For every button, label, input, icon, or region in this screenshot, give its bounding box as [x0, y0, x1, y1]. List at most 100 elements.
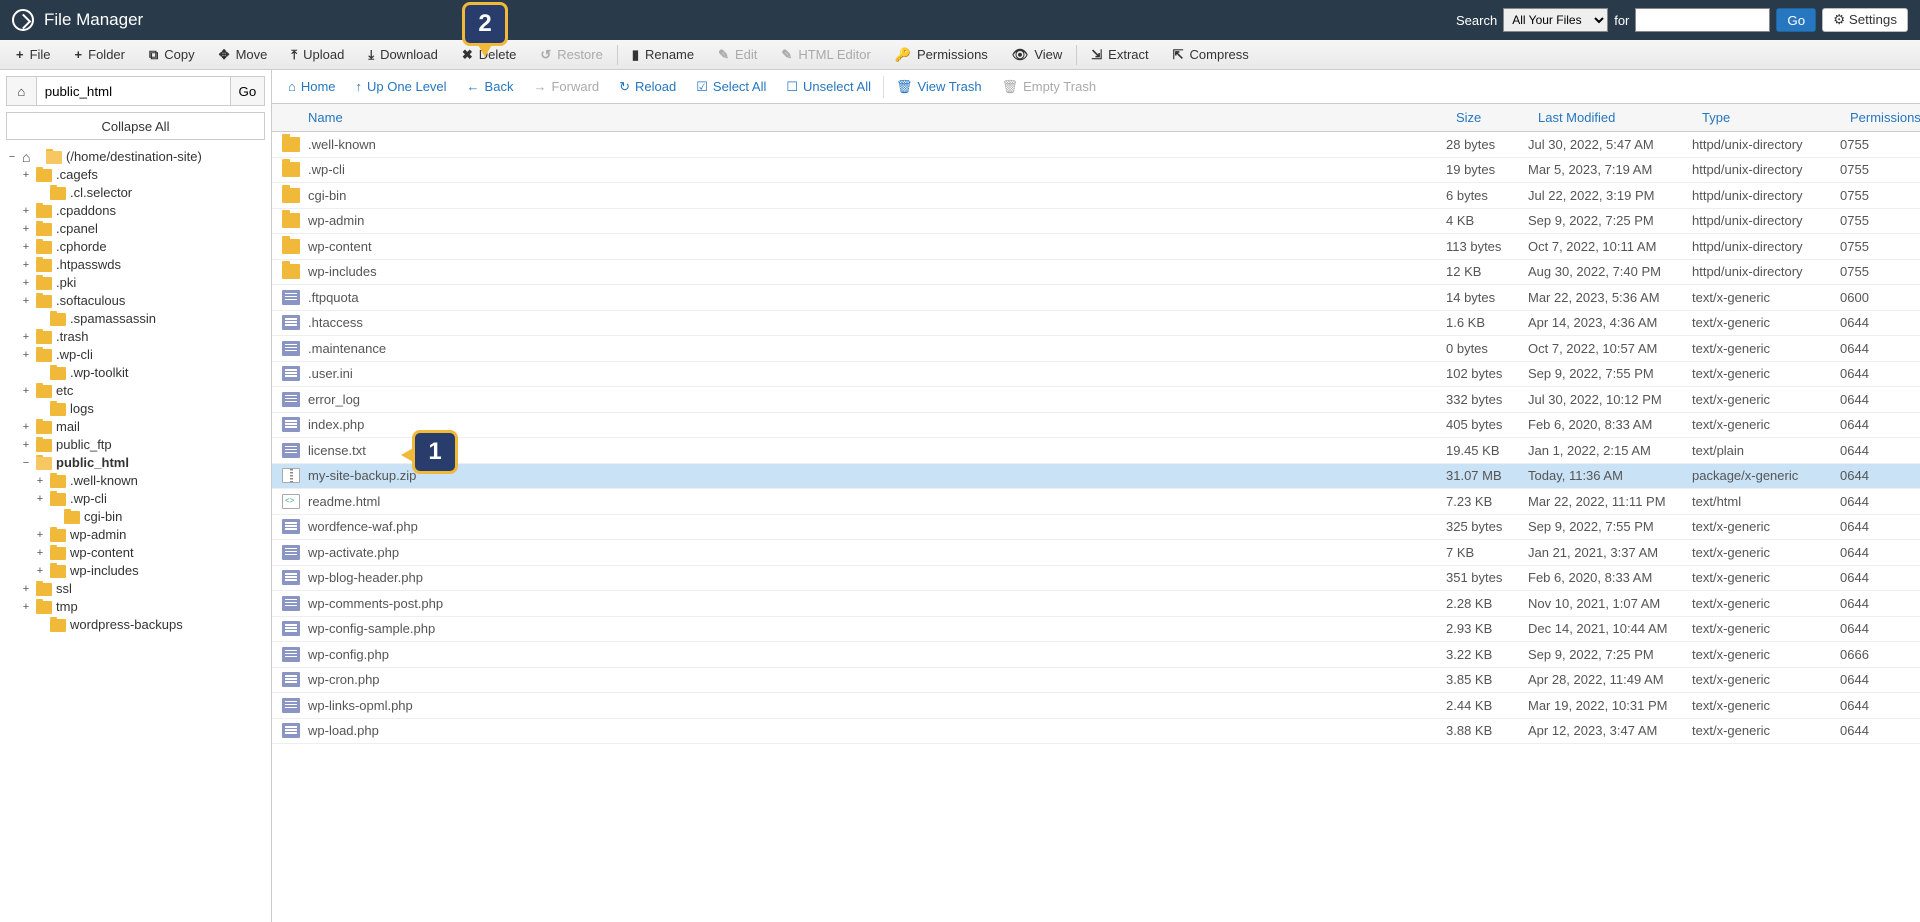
tree-toggle-icon[interactable]: +	[20, 382, 32, 400]
table-row[interactable]: wordfence-waf.php325 bytesSep 9, 2022, 7…	[272, 515, 1920, 541]
table-row[interactable]: wp-config.php3.22 KBSep 9, 2022, 7:25 PM…	[272, 642, 1920, 668]
tb-extract[interactable]: ⇲Extract	[1079, 40, 1160, 70]
tree-label[interactable]: wp-includes	[70, 562, 139, 580]
tb-move[interactable]: ✥Move	[207, 40, 280, 70]
tree-item[interactable]: + wp-includes	[34, 562, 265, 580]
tree-label[interactable]: tmp	[56, 598, 78, 616]
table-row[interactable]: .user.ini102 bytesSep 9, 2022, 7:55 PMte…	[272, 362, 1920, 388]
tree-item[interactable]: − public_html	[20, 454, 265, 472]
col-size[interactable]: Size	[1446, 110, 1528, 125]
tree-toggle-icon[interactable]: +	[34, 526, 46, 544]
tree-label[interactable]: wp-content	[70, 544, 134, 562]
tree-toggle-icon[interactable]: +	[20, 598, 32, 616]
table-row[interactable]: wp-content113 bytesOct 7, 2022, 10:11 AM…	[272, 234, 1920, 260]
table-row[interactable]: wp-includes12 KBAug 30, 2022, 7:40 PMhtt…	[272, 260, 1920, 286]
tree-item[interactable]: +.cphorde	[20, 238, 265, 256]
tree-item[interactable]: .wp-toolkit	[34, 364, 265, 382]
tree-item[interactable]: +.softaculous	[20, 292, 265, 310]
tree-item[interactable]: wordpress-backups	[34, 616, 265, 634]
tree-label[interactable]: .wp-cli	[70, 490, 107, 508]
tree-item[interactable]: + wp-content	[34, 544, 265, 562]
tree-label[interactable]: wordpress-backups	[70, 616, 183, 634]
tree-item[interactable]: +mail	[20, 418, 265, 436]
tree-label[interactable]: .well-known	[70, 472, 138, 490]
tree-label[interactable]: public_html	[56, 454, 129, 472]
table-row[interactable]: license.txt19.45 KBJan 1, 2022, 2:15 AMt…	[272, 438, 1920, 464]
tree-toggle-icon[interactable]: −	[20, 454, 32, 472]
tree-item[interactable]: +.cpaddons	[20, 202, 265, 220]
tree-label[interactable]: cgi-bin	[84, 508, 122, 526]
tree-item[interactable]: .spamassassin	[34, 310, 265, 328]
tree-item[interactable]: + .cagefs	[20, 166, 265, 184]
tree-item[interactable]: cgi-bin	[48, 508, 265, 526]
ab-back[interactable]: ←Back	[457, 70, 524, 104]
tree-label[interactable]: .cpanel	[56, 220, 98, 238]
table-row[interactable]: readme.html7.23 KBMar 22, 2022, 11:11 PM…	[272, 489, 1920, 515]
tree-toggle-icon[interactable]: +	[34, 544, 46, 562]
tb-upload[interactable]: ⤒Upload	[279, 40, 356, 70]
tree-item[interactable]: +.cpanel	[20, 220, 265, 238]
tree-label[interactable]: .cagefs	[56, 166, 98, 184]
tree-label[interactable]: .htpasswds	[56, 256, 121, 274]
tree-item[interactable]: + .htpasswds	[20, 256, 265, 274]
tb-download[interactable]: ⤓Download	[356, 40, 450, 70]
tree-label[interactable]: logs	[70, 400, 94, 418]
table-row[interactable]: .well-known28 bytesJul 30, 2022, 5:47 AM…	[272, 132, 1920, 158]
table-row[interactable]: index.php405 bytesFeb 6, 2020, 8:33 AMte…	[272, 413, 1920, 439]
table-row[interactable]: wp-blog-header.php351 bytesFeb 6, 2020, …	[272, 566, 1920, 592]
table-row[interactable]: wp-activate.php7 KBJan 21, 2021, 3:37 AM…	[272, 540, 1920, 566]
path-go-button[interactable]: Go	[230, 76, 265, 106]
table-row[interactable]: .wp-cli19 bytesMar 5, 2023, 7:19 AMhttpd…	[272, 158, 1920, 184]
tree-item[interactable]: +wp-admin	[34, 526, 265, 544]
col-name[interactable]: Name	[272, 110, 1446, 125]
tree-item[interactable]: + .wp-cli	[34, 490, 265, 508]
table-row[interactable]: wp-admin4 KBSep 9, 2022, 7:25 PMhttpd/un…	[272, 209, 1920, 235]
tree-label[interactable]: .wp-cli	[56, 346, 93, 364]
tree-toggle-icon[interactable]: +	[20, 292, 32, 310]
tree-label[interactable]: etc	[56, 382, 73, 400]
ab-unselectall[interactable]: ☐Unselect All	[776, 70, 881, 104]
tree-toggle-icon[interactable]: +	[20, 256, 32, 274]
tree-label[interactable]: (/home/destination-site)	[66, 148, 202, 166]
tree-toggle-icon[interactable]: +	[20, 328, 32, 346]
tree-toggle-icon[interactable]: +	[20, 274, 32, 292]
tree-label[interactable]: .cphorde	[56, 238, 107, 256]
tree-toggle-icon[interactable]: −	[6, 148, 18, 166]
tb-view[interactable]: 👁View	[1000, 40, 1074, 70]
ab-viewtrash[interactable]: 🗑View Trash	[886, 70, 992, 104]
table-row[interactable]: .htaccess1.6 KBApr 14, 2023, 4:36 AMtext…	[272, 311, 1920, 337]
tree-label[interactable]: .pki	[56, 274, 76, 292]
table-row[interactable]: wp-load.php3.88 KBApr 12, 2023, 3:47 AMt…	[272, 719, 1920, 745]
tree-item[interactable]: + .wp-cli	[20, 346, 265, 364]
tree-item[interactable]: + tmp	[20, 598, 265, 616]
tree-toggle-icon[interactable]: +	[20, 166, 32, 184]
search-input[interactable]	[1635, 8, 1770, 32]
table-row[interactable]: wp-links-opml.php2.44 KBMar 19, 2022, 10…	[272, 693, 1920, 719]
tree-item[interactable]: .cl.selector	[34, 184, 265, 202]
tree-label[interactable]: .spamassassin	[70, 310, 156, 328]
tree-label[interactable]: .cpaddons	[56, 202, 116, 220]
tree-item[interactable]: logs	[34, 400, 265, 418]
ab-home[interactable]: ⌂Home	[278, 70, 346, 104]
tree-toggle-icon[interactable]: +	[20, 346, 32, 364]
col-type[interactable]: Type	[1692, 110, 1840, 125]
tree-toggle-icon[interactable]: +	[20, 580, 32, 598]
ab-selectall[interactable]: ☑Select All	[686, 70, 776, 104]
tree-item[interactable]: −⌂(/home/destination-site)	[6, 148, 265, 166]
tree-label[interactable]: .cl.selector	[70, 184, 132, 202]
tb-permissions[interactable]: 🔑Permissions	[883, 40, 1000, 70]
tree-label[interactable]: .wp-toolkit	[70, 364, 129, 382]
tree-toggle-icon[interactable]: +	[20, 436, 32, 454]
table-row[interactable]: .maintenance0 bytesOct 7, 2022, 10:57 AM…	[272, 336, 1920, 362]
ab-up[interactable]: ↑Up One Level	[346, 70, 457, 104]
table-row[interactable]: .ftpquota14 bytesMar 22, 2023, 5:36 AMte…	[272, 285, 1920, 311]
search-scope-select[interactable]: All Your Files	[1503, 8, 1608, 32]
tree-toggle-icon[interactable]: +	[34, 490, 46, 508]
tb-copy[interactable]: ⧉Copy	[137, 40, 207, 70]
table-row[interactable]: cgi-bin6 bytesJul 22, 2022, 3:19 PMhttpd…	[272, 183, 1920, 209]
path-input[interactable]	[36, 76, 230, 106]
tree-label[interactable]: .trash	[56, 328, 89, 346]
col-permissions[interactable]: Permissions	[1840, 110, 1920, 125]
tb-file[interactable]: +File	[4, 40, 63, 70]
tree-toggle-icon[interactable]: +	[34, 562, 46, 580]
